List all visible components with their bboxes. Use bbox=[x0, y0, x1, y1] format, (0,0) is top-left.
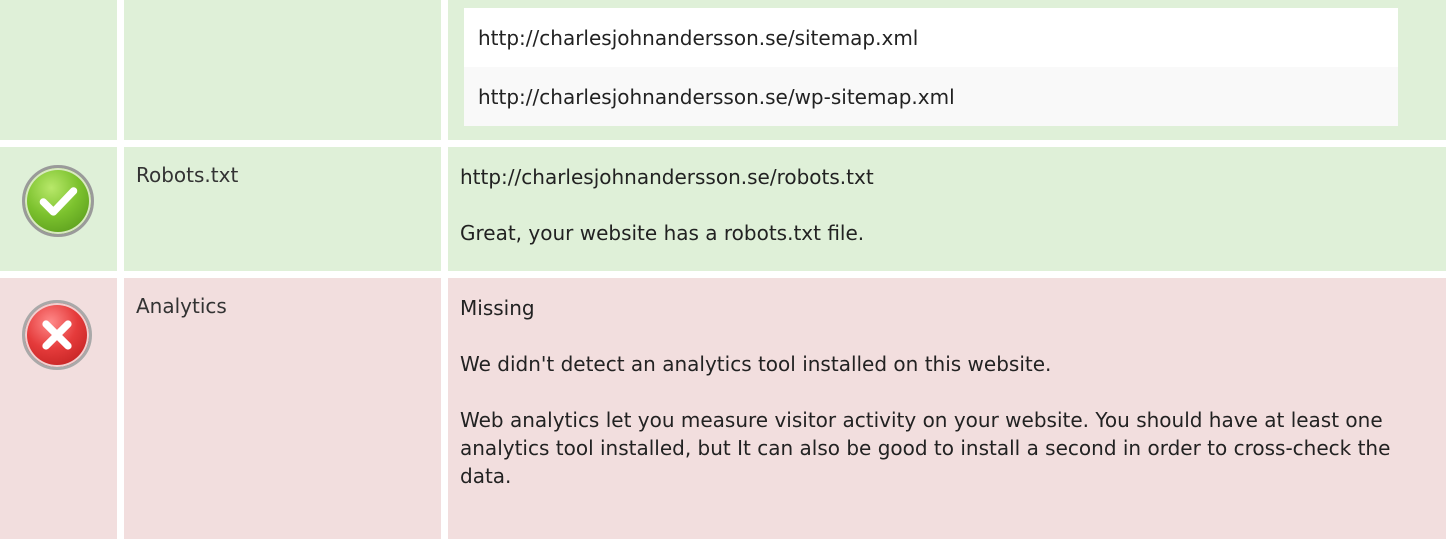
robots-name-cell: Robots.txt bbox=[124, 147, 441, 271]
sitemap-url-item: http://charlesjohnandersson.se/sitemap.x… bbox=[464, 8, 1398, 67]
analytics-message: We didn't detect an analytics tool insta… bbox=[460, 352, 1052, 376]
analytics-description: Web analytics let you measure visitor ac… bbox=[460, 408, 1391, 488]
sitemap-icon-cell bbox=[0, 0, 117, 140]
robots-label: Robots.txt bbox=[136, 163, 239, 187]
analytics-value-text: Missing We didn't detect an analytics to… bbox=[460, 294, 1406, 490]
robots-value-cell: http://charlesjohnandersson.se/robots.tx… bbox=[448, 147, 1446, 271]
seo-report-page: http://charlesjohnandersson.se/sitemap.x… bbox=[0, 0, 1446, 539]
analytics-icon-cell bbox=[0, 278, 117, 539]
sitemap-value-cell: http://charlesjohnandersson.se/sitemap.x… bbox=[448, 0, 1446, 140]
robots-url: http://charlesjohnandersson.se/robots.tx… bbox=[460, 165, 874, 189]
analytics-row: Analytics Missing We didn't detect an an… bbox=[0, 278, 1446, 539]
cross-icon bbox=[22, 300, 92, 370]
check-icon bbox=[22, 165, 94, 237]
sitemap-url-list: http://charlesjohnandersson.se/sitemap.x… bbox=[464, 8, 1398, 128]
analytics-status: Missing bbox=[460, 296, 535, 320]
robots-row: Robots.txt http://charlesjohnandersson.s… bbox=[0, 147, 1446, 271]
analytics-value-cell: Missing We didn't detect an analytics to… bbox=[448, 278, 1446, 539]
robots-value-text: http://charlesjohnandersson.se/robots.tx… bbox=[460, 163, 1406, 247]
sitemap-name-cell bbox=[124, 0, 441, 140]
analytics-name-cell: Analytics bbox=[124, 278, 441, 539]
sitemap-row: http://charlesjohnandersson.se/sitemap.x… bbox=[0, 0, 1446, 140]
robots-message: Great, your website has a robots.txt fil… bbox=[460, 221, 865, 245]
analytics-label: Analytics bbox=[136, 294, 227, 318]
sitemap-url-item: http://charlesjohnandersson.se/wp-sitema… bbox=[464, 67, 1398, 126]
robots-icon-cell bbox=[0, 147, 117, 271]
